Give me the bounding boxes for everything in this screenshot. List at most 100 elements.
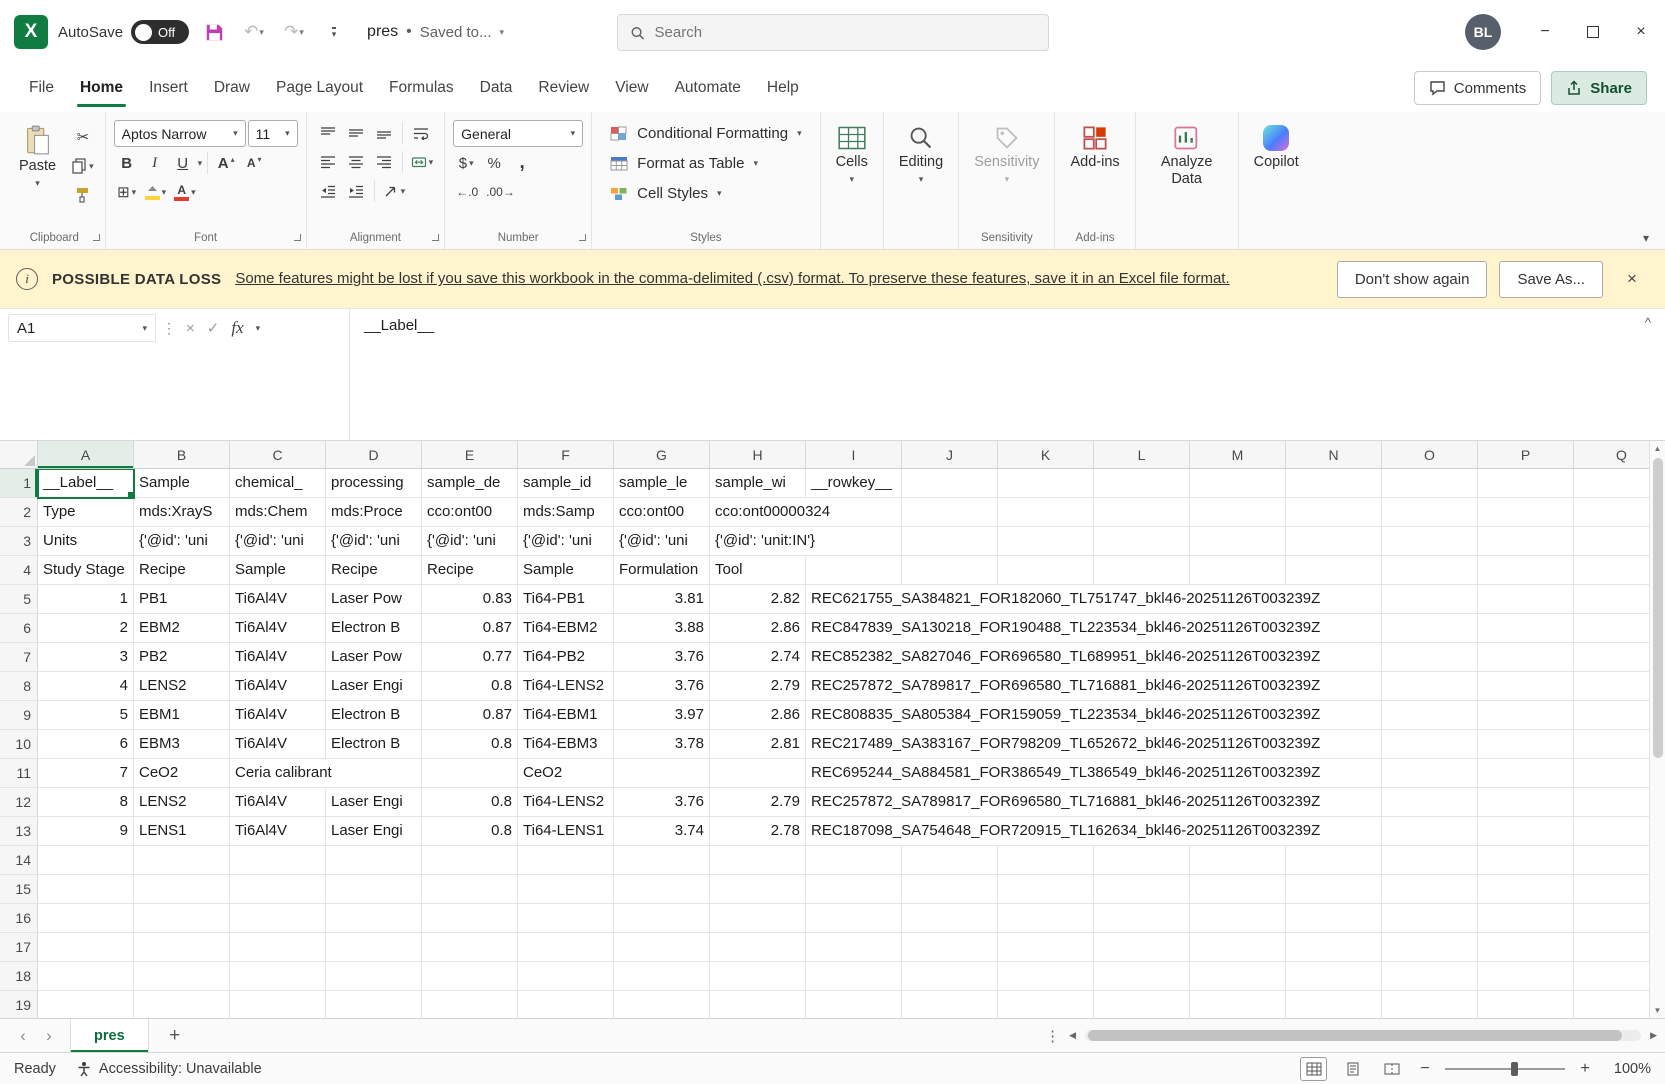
cell-E4[interactable]: Recipe: [422, 556, 518, 585]
cell-E2[interactable]: cco:ont00: [422, 498, 518, 527]
tab-automate[interactable]: Automate: [662, 64, 754, 112]
cell-I15[interactable]: [806, 875, 902, 904]
cell-D13[interactable]: Laser Engi: [326, 817, 422, 846]
cell-H8[interactable]: 2.79: [710, 672, 806, 701]
cell-A3[interactable]: Units: [38, 527, 134, 556]
cell-H5[interactable]: 2.82: [710, 585, 806, 614]
tab-help[interactable]: Help: [754, 64, 812, 112]
cell-F10[interactable]: Ti64-EBM3: [518, 730, 614, 759]
cell-C13[interactable]: Ti6Al4V: [230, 817, 326, 846]
cell-N14[interactable]: [1286, 846, 1382, 875]
minimize-button[interactable]: −: [1521, 0, 1569, 64]
cell-A12[interactable]: 8: [38, 788, 134, 817]
tab-view[interactable]: View: [602, 64, 661, 112]
cell-Q1[interactable]: [1574, 469, 1649, 498]
align-middle-button[interactable]: [343, 120, 369, 146]
cell-G9[interactable]: 3.97: [614, 701, 710, 730]
cell-H3[interactable]: {'@id': 'unit:IN'}: [710, 527, 821, 556]
cell-Q14[interactable]: [1574, 846, 1649, 875]
cell-A7[interactable]: 3: [38, 643, 134, 672]
cell-A4[interactable]: Study Stage: [38, 556, 134, 585]
horizontal-scrollbar[interactable]: [1085, 1030, 1642, 1041]
cell-G2[interactable]: cco:ont00: [614, 498, 710, 527]
cell-F7[interactable]: Ti64-PB2: [518, 643, 614, 672]
cell-A14[interactable]: [38, 846, 134, 875]
row-header-13[interactable]: 13: [0, 817, 38, 846]
cell-A19[interactable]: [38, 991, 134, 1018]
share-button[interactable]: Share: [1551, 71, 1647, 105]
cell-F12[interactable]: Ti64-LENS2: [518, 788, 614, 817]
column-header-A[interactable]: A: [38, 441, 134, 468]
row-header-1[interactable]: 1: [0, 469, 38, 498]
cell-J18[interactable]: [902, 962, 998, 991]
cell-P12[interactable]: [1478, 788, 1574, 817]
cell-D14[interactable]: [326, 846, 422, 875]
cell-B3[interactable]: {'@id': 'uni: [134, 527, 230, 556]
cell-P6[interactable]: [1478, 614, 1574, 643]
new-sheet-button[interactable]: +: [159, 1025, 191, 1047]
cell-G5[interactable]: 3.81: [614, 585, 710, 614]
cell-M1[interactable]: [1190, 469, 1286, 498]
cell-A17[interactable]: [38, 933, 134, 962]
decrease-font-size-button[interactable]: A ▾: [241, 150, 267, 176]
save-button[interactable]: [199, 17, 229, 47]
cell-O12[interactable]: [1382, 788, 1478, 817]
cell-Q15[interactable]: [1574, 875, 1649, 904]
scroll-up-icon[interactable]: ▲: [1654, 444, 1662, 453]
cell-O17[interactable]: [1382, 933, 1478, 962]
cell-L3[interactable]: [1094, 527, 1190, 556]
cell-A6[interactable]: 2: [38, 614, 134, 643]
cell-K2[interactable]: [998, 498, 1094, 527]
cell-I12[interactable]: REC257872_SA789817_FOR696580_TL716881_bk…: [806, 788, 1326, 817]
cell-O19[interactable]: [1382, 991, 1478, 1018]
underline-chevron-icon[interactable]: ▾: [198, 158, 203, 169]
sheet-tab-pres[interactable]: pres: [70, 1019, 149, 1052]
cell-C14[interactable]: [230, 846, 326, 875]
cell-M18[interactable]: [1190, 962, 1286, 991]
cell-styles-button[interactable]: Cell Styles ▾: [600, 180, 811, 207]
wrap-text-button[interactable]: [408, 120, 434, 146]
cell-B11[interactable]: CeO2: [134, 759, 230, 788]
row-header-17[interactable]: 17: [0, 933, 38, 962]
cell-M15[interactable]: [1190, 875, 1286, 904]
collapse-formula-bar-button[interactable]: ^: [1645, 315, 1651, 330]
cell-D6[interactable]: Electron B: [326, 614, 422, 643]
cell-H14[interactable]: [710, 846, 806, 875]
cell-H16[interactable]: [710, 904, 806, 933]
cell-K19[interactable]: [998, 991, 1094, 1018]
cell-N19[interactable]: [1286, 991, 1382, 1018]
zoom-out-button[interactable]: −: [1417, 1060, 1433, 1078]
cell-K3[interactable]: [998, 527, 1094, 556]
warning-close-button[interactable]: ×: [1615, 262, 1649, 296]
cell-J3[interactable]: [902, 527, 998, 556]
cell-G1[interactable]: sample_le: [614, 469, 710, 498]
conditional-formatting-button[interactable]: Conditional Formatting ▾: [600, 120, 811, 147]
row-header-18[interactable]: 18: [0, 962, 38, 991]
cell-A16[interactable]: [38, 904, 134, 933]
cell-B16[interactable]: [134, 904, 230, 933]
cell-P5[interactable]: [1478, 585, 1574, 614]
cell-D16[interactable]: [326, 904, 422, 933]
cell-B10[interactable]: EBM3: [134, 730, 230, 759]
cell-L1[interactable]: [1094, 469, 1190, 498]
cell-L18[interactable]: [1094, 962, 1190, 991]
cell-F15[interactable]: [518, 875, 614, 904]
cell-P10[interactable]: [1478, 730, 1574, 759]
cell-O2[interactable]: [1382, 498, 1478, 527]
cell-B12[interactable]: LENS2: [134, 788, 230, 817]
number-format-combo[interactable]: General ▾: [453, 120, 584, 147]
tab-file[interactable]: File: [16, 64, 67, 112]
merge-center-button[interactable]: ▾: [408, 149, 437, 175]
cell-D7[interactable]: Laser Pow: [326, 643, 422, 672]
cell-B19[interactable]: [134, 991, 230, 1018]
addins-button[interactable]: Add-ins: [1063, 118, 1126, 174]
cell-Q8[interactable]: [1574, 672, 1649, 701]
cell-E6[interactable]: 0.87: [422, 614, 518, 643]
cell-L15[interactable]: [1094, 875, 1190, 904]
cell-I19[interactable]: [806, 991, 902, 1018]
cell-P4[interactable]: [1478, 556, 1574, 585]
bold-button[interactable]: B: [114, 150, 140, 176]
cell-A18[interactable]: [38, 962, 134, 991]
insert-function-chevron-icon[interactable]: ▾: [256, 323, 261, 334]
cell-D5[interactable]: Laser Pow: [326, 585, 422, 614]
